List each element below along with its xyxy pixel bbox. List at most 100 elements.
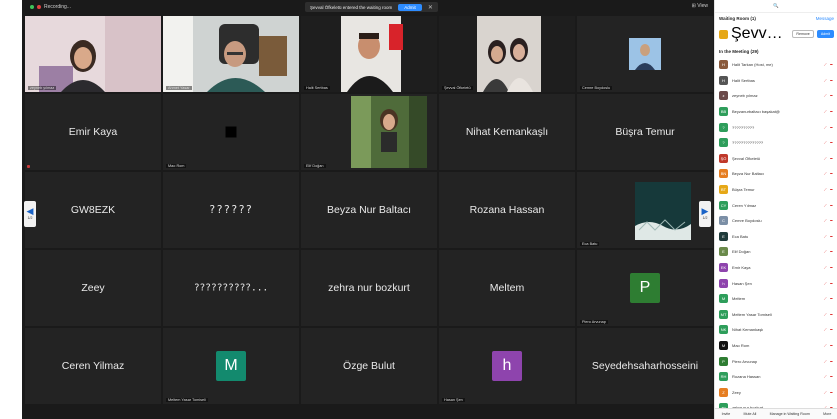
participant-row[interactable]: E Elif Doğan ⟋ ▭ — [715, 244, 837, 260]
participant-tile[interactable]: Emir Kaya — [25, 94, 161, 170]
participant-row[interactable]: C Cemre Boydoslu ⟋ ▭ — [715, 213, 837, 229]
admit-participant-button[interactable]: Admit — [816, 30, 834, 38]
mic-muted-icon[interactable]: ⟋ ▭ — [824, 265, 834, 270]
participant-row[interactable]: BB Beyzanurbaltacı başakat@ ⟋ ▭ — [715, 104, 837, 120]
participant-tile[interactable]: Büşra Temur — [577, 94, 713, 170]
invite-button[interactable]: Invite — [722, 412, 731, 416]
mute-all-button[interactable]: Mute All — [744, 412, 757, 416]
view-button[interactable]: ⊞ View — [692, 3, 708, 9]
participant-tile[interactable]: ?????? — [163, 172, 299, 248]
participant-row[interactable]: z zeyneb yılmaz ⟋ ▭ — [715, 88, 837, 104]
avatar: RH — [719, 372, 728, 382]
mic-muted-icon[interactable]: ⟋ ▭ — [824, 171, 834, 176]
participant-row-name: Zeey — [732, 389, 741, 395]
mic-muted-icon[interactable]: ⟋ ▭ — [824, 374, 834, 379]
participant-row[interactable]: BT Büşra Temur ⟋ ▭ — [715, 182, 837, 198]
participant-tile[interactable]: Rozana Hassan — [439, 172, 575, 248]
participant-row[interactable]: H Halit Tarkan (Host, me) ⟋ ▭ — [715, 57, 837, 73]
remove-button[interactable]: Remove — [792, 30, 814, 38]
participant-row[interactable]: ??????????? ⟋ ▭ — [715, 119, 837, 135]
participant-tile[interactable]: Eca Batu — [577, 172, 713, 248]
participant-name: zeyneb yılmaz — [28, 86, 57, 90]
mic-muted-icon[interactable]: ⟋ ▭ — [824, 156, 834, 161]
mic-muted-icon[interactable]: ⟋ ▭ — [824, 187, 834, 192]
participant-row[interactable]: EK Emir Kaya ⟋ ▭ — [715, 260, 837, 276]
participant-row[interactable]: M Meltem ⟋ ▭ — [715, 291, 837, 307]
mic-muted-icon[interactable]: ⟋ ▭ — [824, 296, 834, 301]
in-meeting-title: In the Meeting (29) — [719, 49, 759, 54]
mic-muted-icon[interactable]: ⟋ ▭ — [824, 78, 834, 83]
participant-tile[interactable]: h Hasan Şen — [439, 328, 575, 404]
participant-tile[interactable]: Nihat Kemankaşlı — [439, 94, 575, 170]
participant-row[interactable]: NK Nihat Kemankaşlı ⟋ ▭ — [715, 322, 837, 338]
avatar: h — [719, 278, 728, 288]
mic-muted-icon[interactable]: ⟋ ▭ — [824, 281, 834, 286]
mic-muted-icon[interactable]: ⟋ ▭ — [824, 327, 834, 332]
participant-tile[interactable]: Mao Rom — [163, 94, 299, 170]
participant-tile[interactable]: M Meltem Yasar Tomiseli — [163, 328, 299, 404]
participant-row-name: Hasan Şen — [732, 280, 752, 286]
mic-muted-icon[interactable]: ⟋ ▭ — [824, 312, 834, 317]
participant-name: Eca Batu — [580, 242, 600, 246]
mic-muted-icon[interactable]: ⟋ ▭ — [824, 343, 834, 348]
participant-name: Seyedehsaharhosseini — [591, 360, 699, 372]
participant-row[interactable]: P Piero Arvunap ⟋ ▭ — [715, 353, 837, 369]
participant-tile[interactable]: P Piero Arvunap — [577, 250, 713, 326]
mic-muted-icon[interactable]: ⟋ ▭ — [824, 234, 834, 239]
video-tile[interactable]: zeyneb yılmaz — [25, 16, 161, 92]
close-icon[interactable]: ✕ — [428, 4, 433, 11]
mic-muted-icon[interactable]: ⟋ ▭ — [824, 125, 834, 130]
panel-search[interactable]: 🔍 — [715, 0, 837, 13]
participant-tile[interactable]: Özge Bulut — [301, 328, 437, 404]
mic-muted-icon[interactable]: ⟋ ▭ — [824, 93, 834, 98]
recording-indicator[interactable]: Recording... — [30, 4, 71, 10]
mic-muted-icon[interactable]: ⟋ ▭ — [824, 218, 834, 223]
video-tile[interactable]: Ahmet Yasar — [163, 16, 299, 92]
participant-tile[interactable]: Beyza Nur Baltacı — [301, 172, 437, 248]
participant-name: ??????????... — [193, 282, 269, 294]
participant-tile[interactable]: zehra nur bozkurt — [301, 250, 437, 326]
video-tile[interactable]: Cemre Boydoslu — [577, 16, 713, 92]
participant-row[interactable]: BN Beyza Nur Baltacı ⟋ ▭ — [715, 166, 837, 182]
participant-tile[interactable]: Seyedehsaharhosseini — [577, 328, 713, 404]
participant-tile[interactable]: Zeey — [25, 250, 161, 326]
previous-page-button[interactable]: ◀ 1/2 — [24, 201, 36, 227]
participant-tile[interactable]: Elif Doğan — [301, 94, 437, 170]
video-tile-active-speaker[interactable]: Halit Sertbas — [301, 16, 437, 92]
participant-row[interactable]: Z Zeey ⟋ ▭ — [715, 384, 837, 400]
mic-muted-icon[interactable]: ⟋ ▭ — [824, 109, 834, 114]
participant-row[interactable]: ŞÖ Şevval Öfkeletü ⟋ ▭ — [715, 151, 837, 167]
participant-tile[interactable]: GW8EZK — [25, 172, 161, 248]
recording-label: Recording... — [44, 4, 71, 10]
mic-muted-icon[interactable]: ⟋ ▭ — [824, 140, 834, 145]
next-page-button[interactable]: ▶ 1/2 — [699, 201, 711, 227]
waiting-room-title: Waiting Room (1) — [719, 16, 756, 21]
participant-row[interactable]: E Eca Batu ⟋ ▭ — [715, 229, 837, 245]
participant-name: ?????? — [209, 204, 253, 216]
participant-row-name: Mao Rom — [732, 342, 750, 348]
mic-muted-icon[interactable]: ⟋ ▭ — [824, 203, 834, 208]
mic-muted-icon[interactable]: ⟋ ▭ — [824, 359, 834, 364]
waiting-room-notification: Şevval Öfkeletü entered the waiting room… — [305, 2, 438, 12]
mic-muted-icon[interactable]: ⟋ ▭ — [824, 249, 834, 254]
mic-muted-icon[interactable]: ⟋ ▭ — [824, 390, 834, 395]
message-link[interactable]: Message — [816, 16, 834, 21]
video-tile[interactable]: Şevval Öfkeletü — [439, 16, 575, 92]
participant-name: zehra nur bozkurt — [328, 282, 410, 294]
participant-row[interactable]: h Hasan Şen ⟋ ▭ — [715, 275, 837, 291]
participant-tile[interactable]: Ceren Yilmaz — [25, 328, 161, 404]
mic-muted-icon[interactable]: ⟋ ▭ — [824, 62, 834, 67]
participant-tile[interactable]: Meltem — [439, 250, 575, 326]
participant-row[interactable]: M Mao Rom ⟋ ▭ — [715, 338, 837, 354]
participant-tile[interactable]: ??????????... — [163, 250, 299, 326]
participant-row[interactable]: ??????????????? ⟋ ▭ — [715, 135, 837, 151]
participant-name: Büşra Temur — [615, 126, 675, 138]
participant-row[interactable]: CY Ceren Yılmaz ⟋ ▭ — [715, 197, 837, 213]
manage-waiting-room-button[interactable]: Manage in Waiting Room — [770, 412, 810, 416]
participant-row[interactable]: RH Rozana Hassan ⟋ ▭ — [715, 369, 837, 385]
more-button[interactable]: More — [823, 412, 831, 416]
participant-video — [25, 16, 161, 92]
participant-row[interactable]: MT Meltem Yasar Tomiseli ⟋ ▭ — [715, 307, 837, 323]
admit-button[interactable]: Admit — [398, 3, 422, 11]
participant-row[interactable]: H Halit Sertbas ⟋ ▭ — [715, 73, 837, 89]
